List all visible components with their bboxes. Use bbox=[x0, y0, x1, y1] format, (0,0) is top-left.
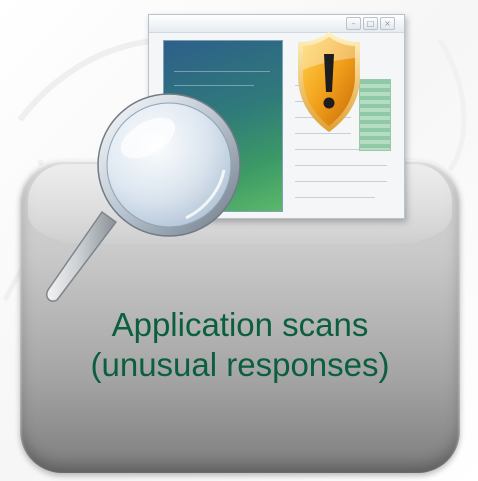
caption-line-2: (unusual responses) bbox=[90, 346, 390, 383]
magnifying-glass-icon bbox=[45, 93, 241, 302]
green-striped-block bbox=[359, 79, 391, 151]
warning-shield-icon bbox=[298, 32, 360, 132]
maximize-icon: □ bbox=[363, 17, 378, 30]
illustration-canvas: Application scans (unusual responses) – … bbox=[0, 0, 478, 481]
close-icon: × bbox=[380, 17, 395, 30]
minimize-icon: – bbox=[346, 17, 361, 30]
window-titlebar: – □ × bbox=[149, 15, 404, 33]
card-caption: Application scans (unusual responses) bbox=[20, 305, 460, 385]
